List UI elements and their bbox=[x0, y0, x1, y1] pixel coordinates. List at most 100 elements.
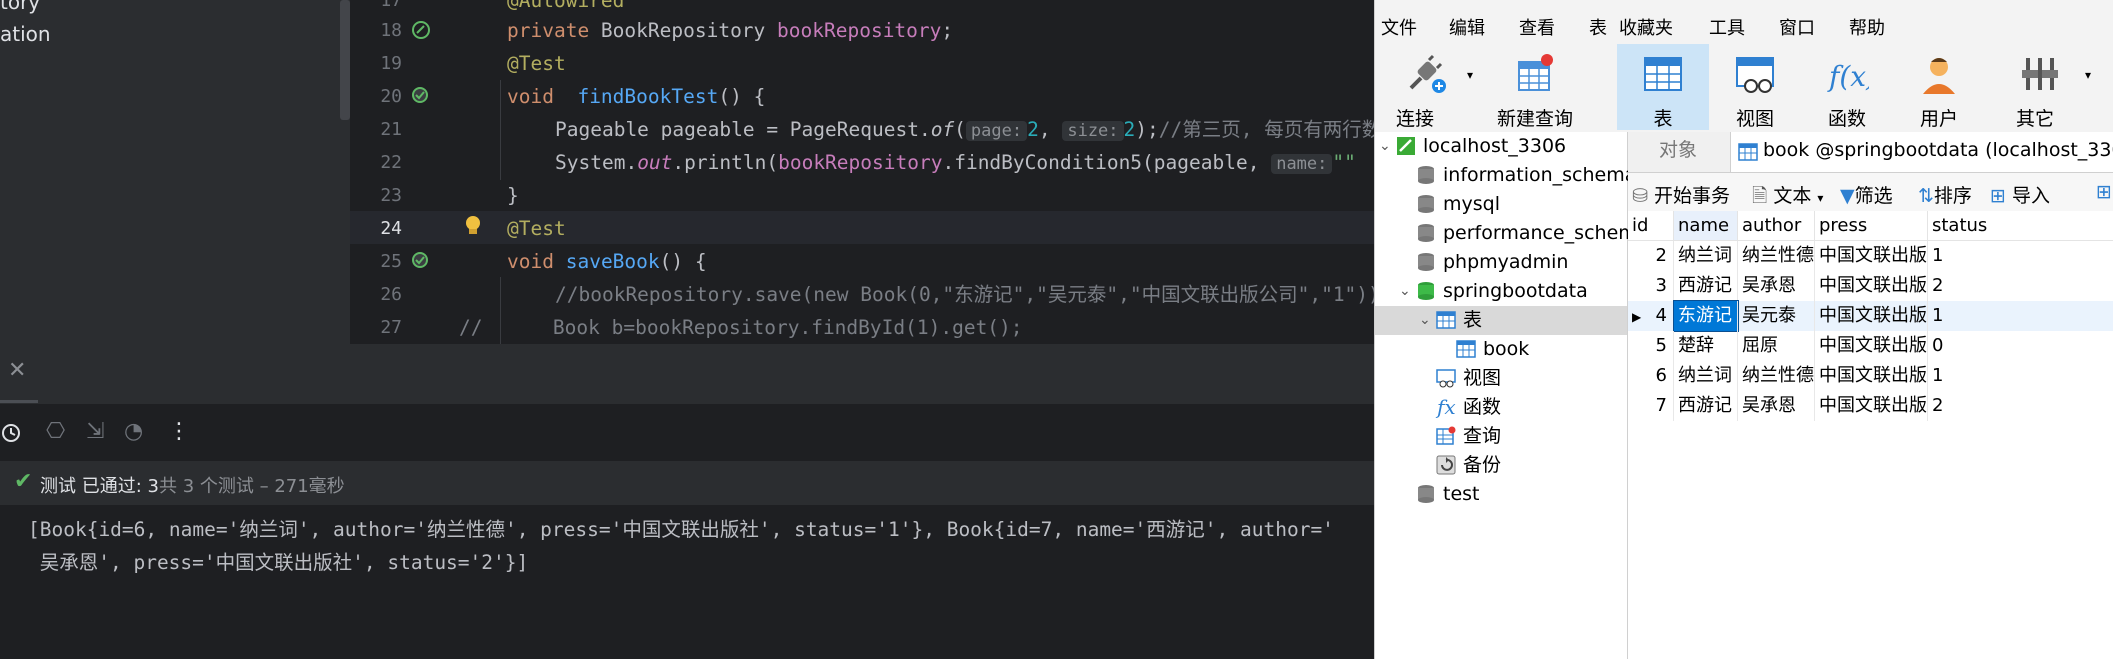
cell-author[interactable]: 吴元泰 bbox=[1738, 301, 1815, 331]
cell-press[interactable]: 中国文联出版社 bbox=[1815, 241, 1928, 271]
chevron-down-icon[interactable]: ⌄ bbox=[1379, 132, 1391, 161]
cell-author[interactable]: 吴承恩 bbox=[1738, 391, 1815, 421]
column-header-name[interactable]: name bbox=[1674, 211, 1738, 241]
console-output[interactable]: [Book{id=6, name='纳兰词', author='纳兰性德', p… bbox=[0, 505, 1374, 659]
cell-id[interactable]: 2 bbox=[1628, 241, 1674, 271]
cell-id[interactable]: 6 bbox=[1628, 361, 1674, 391]
import-button[interactable]: ⊞ 导入 bbox=[1990, 181, 2050, 208]
cell-id[interactable]: 4 bbox=[1628, 301, 1674, 331]
run-test-icon[interactable] bbox=[410, 85, 432, 107]
cell-status[interactable]: 0 bbox=[1928, 331, 2113, 361]
menu-favorites[interactable]: 收藏夹 bbox=[1619, 14, 1673, 40]
menu-table[interactable]: 表 bbox=[1589, 14, 1607, 40]
cell-press[interactable]: 中国文联出版社 bbox=[1815, 361, 1928, 391]
project-scrollbar[interactable] bbox=[340, 0, 350, 120]
chevron-down-icon[interactable]: ▾ bbox=[2085, 68, 2091, 82]
cell-status[interactable]: 1 bbox=[1928, 301, 2113, 331]
menu-tools[interactable]: 工具 bbox=[1709, 14, 1745, 40]
connect-button[interactable]: 连接 ▾ bbox=[1375, 44, 1475, 130]
cell-status[interactable]: 1 bbox=[1928, 361, 2113, 391]
begin-transaction-button[interactable]: ⛁ 开始事务 bbox=[1632, 181, 1730, 208]
cell-press[interactable]: 中国文联出版社 bbox=[1815, 391, 1928, 421]
code-line[interactable]: @Test bbox=[507, 212, 1374, 245]
code-line[interactable]: //bookRepository.save(new Book(0,"东游记","… bbox=[555, 278, 1374, 311]
tree-node-queries[interactable]: 查询 bbox=[1375, 422, 1627, 451]
menu-edit[interactable]: 编辑 bbox=[1449, 14, 1485, 40]
text-button[interactable]: 🗎 文本 ▾ bbox=[1752, 181, 1823, 214]
more-icon[interactable]: ⋮ bbox=[168, 419, 190, 444]
tab-objects[interactable]: 对象 bbox=[1628, 132, 1728, 172]
project-item[interactable]: ation bbox=[0, 22, 51, 46]
column-header-author[interactable]: author bbox=[1738, 211, 1815, 241]
chevron-down-icon[interactable]: ⌄ bbox=[1399, 277, 1411, 306]
data-grid[interactable]: id name author press status ▶ 2 纳兰词 纳兰性德 中国… bbox=[1628, 211, 2113, 659]
tree-node-database-open[interactable]: ⌄ springbootdata bbox=[1375, 277, 1627, 306]
lightbulb-icon[interactable] bbox=[463, 214, 483, 238]
new-query-button[interactable]: 新建查询 bbox=[1475, 44, 1595, 130]
chevron-down-icon[interactable]: ⌄ bbox=[1419, 306, 1431, 335]
chevron-down-icon[interactable]: ▾ bbox=[1467, 68, 1473, 82]
cell-press[interactable]: 中国文联出版社 bbox=[1815, 331, 1928, 361]
cell-name[interactable]: 西游记 bbox=[1674, 271, 1738, 301]
cell-name[interactable]: 纳兰词 bbox=[1674, 361, 1738, 391]
cell-status[interactable]: 2 bbox=[1928, 271, 2113, 301]
menu-file[interactable]: 文件 bbox=[1381, 14, 1417, 40]
code-line[interactable]: // Book b=bookRepository.findById(1).get… bbox=[459, 311, 1373, 344]
export-icon[interactable]: ⊞ bbox=[2096, 181, 2112, 203]
cell-press[interactable]: 中国文联出版社 bbox=[1815, 271, 1928, 301]
cell-name[interactable]: 纳兰词 bbox=[1674, 241, 1738, 271]
bean-navigate-icon[interactable] bbox=[410, 19, 432, 41]
menu-help[interactable]: 帮助 bbox=[1849, 14, 1885, 40]
cell-status[interactable]: 1 bbox=[1928, 241, 2113, 271]
cell-name[interactable]: 东游记 bbox=[1673, 300, 1739, 332]
function-button[interactable]: f(x) 函数 bbox=[1801, 44, 1893, 130]
user-button[interactable]: 用户 bbox=[1893, 44, 1985, 130]
view-button[interactable]: 视图 bbox=[1709, 44, 1801, 130]
project-item[interactable]: tory bbox=[0, 0, 40, 14]
code-line[interactable]: void findBookTest() { bbox=[507, 80, 1374, 113]
cell-id[interactable]: 7 bbox=[1628, 391, 1674, 421]
tree-node-tables[interactable]: ⌄ 表 bbox=[1375, 306, 1627, 335]
camera-icon[interactable]: ⎔ bbox=[46, 419, 65, 444]
cell-name[interactable]: 西游记 bbox=[1674, 391, 1738, 421]
tree-node-database[interactable]: test bbox=[1375, 480, 1627, 509]
code-line[interactable]: @Test bbox=[507, 47, 1374, 80]
cell-author[interactable]: 吴承恩 bbox=[1738, 271, 1815, 301]
column-header-id[interactable]: id bbox=[1628, 211, 1674, 241]
column-header-press[interactable]: press bbox=[1815, 211, 1928, 241]
cell-author[interactable]: 屈原 bbox=[1738, 331, 1815, 361]
menu-window[interactable]: 窗口 bbox=[1779, 14, 1815, 40]
cell-status[interactable]: 2 bbox=[1928, 391, 2113, 421]
tab-book[interactable]: book @springbootdata (localhost_3306) bbox=[1730, 132, 2113, 172]
tree-node-functions[interactable]: fx 函数 bbox=[1375, 393, 1627, 422]
cell-press[interactable]: 中国文联出版公司 bbox=[1815, 301, 1928, 331]
run-test-icon[interactable] bbox=[410, 250, 432, 272]
tree-node-database[interactable]: mysql bbox=[1375, 190, 1627, 219]
cell-author[interactable]: 纳兰性德 bbox=[1738, 241, 1815, 271]
close-icon[interactable]: ✕ bbox=[8, 358, 26, 383]
code-line[interactable]: Pageable pageable = PageRequest.of(page:… bbox=[555, 113, 1374, 146]
sort-button[interactable]: ⇅排序 bbox=[1918, 181, 1972, 208]
code-line[interactable]: private BookRepository bookRepository; bbox=[507, 14, 1374, 47]
cell-id[interactable]: 3 bbox=[1628, 271, 1674, 301]
tree-node-backups[interactable]: 备份 bbox=[1375, 451, 1627, 480]
code-line[interactable]: void saveBook() { bbox=[507, 245, 1374, 278]
tree-node-connection[interactable]: ⌄ localhost_3306 bbox=[1375, 132, 1627, 161]
cell-name[interactable]: 楚辞 bbox=[1674, 331, 1738, 361]
tree-node-database[interactable]: phpmyadmin bbox=[1375, 248, 1627, 277]
tree-node-table[interactable]: book bbox=[1375, 335, 1627, 364]
menu-view[interactable]: 查看 bbox=[1519, 14, 1555, 40]
column-header-status[interactable]: status bbox=[1928, 211, 2113, 241]
tree-node-views[interactable]: 视图 bbox=[1375, 364, 1627, 393]
table-button[interactable]: 表 bbox=[1617, 44, 1709, 130]
other-button[interactable]: 其它 ▾ bbox=[1985, 44, 2095, 130]
tree-node-database[interactable]: performance_schema bbox=[1375, 219, 1648, 248]
history-icon[interactable] bbox=[0, 421, 24, 445]
filter-button[interactable]: ▼筛选 bbox=[1840, 181, 1893, 208]
code-line[interactable]: } bbox=[507, 179, 1374, 212]
cell-author[interactable]: 纳兰性德 bbox=[1738, 361, 1815, 391]
gauge-icon[interactable]: ◔ bbox=[124, 419, 143, 444]
import-icon[interactable]: ⇲ bbox=[86, 419, 104, 444]
cell-id[interactable]: 5 bbox=[1628, 331, 1674, 361]
code-line[interactable]: System.out.println(bookRepository.findBy… bbox=[555, 146, 1374, 179]
